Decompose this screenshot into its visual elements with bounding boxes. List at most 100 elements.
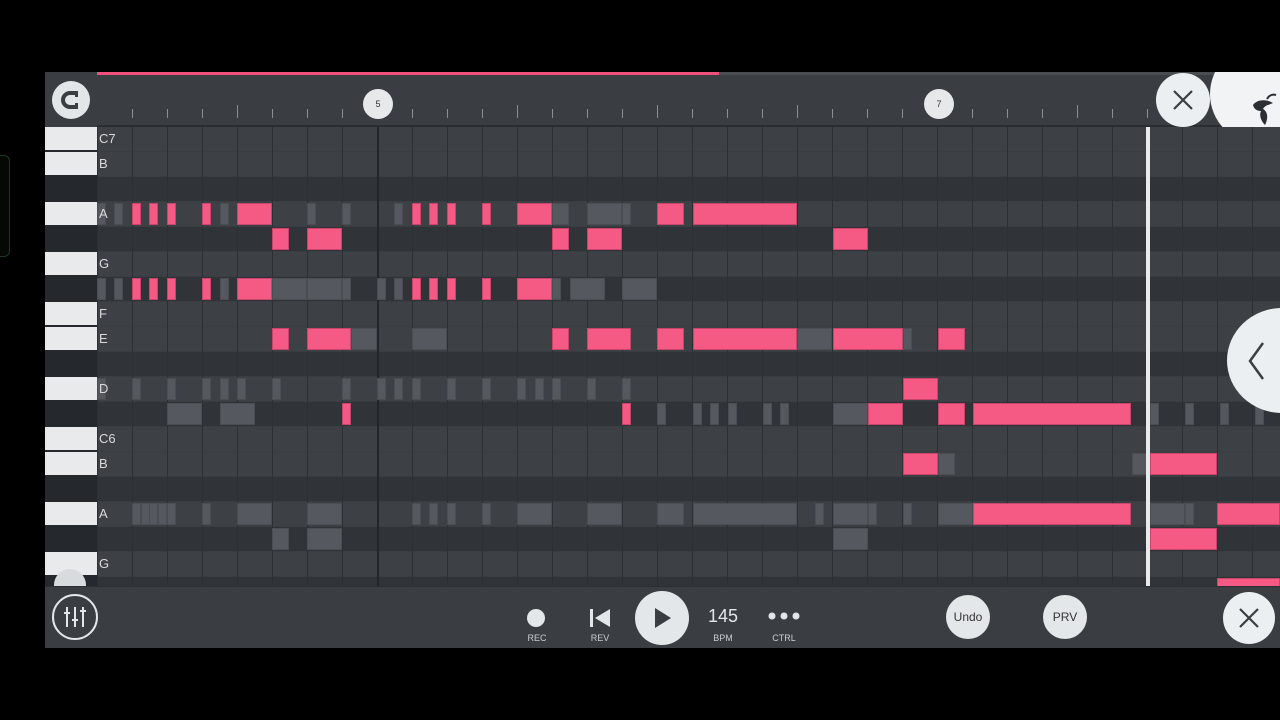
- note-block[interactable]: [167, 203, 176, 225]
- piano-key[interactable]: [45, 452, 97, 475]
- record-button[interactable]: [527, 609, 545, 627]
- note-lane[interactable]: [97, 552, 1280, 576]
- note-grid[interactable]: C7 B A G F E D C6 B A G: [97, 127, 1280, 586]
- note-block[interactable]: [132, 278, 141, 300]
- ghost-note: [377, 378, 386, 400]
- note-block[interactable]: [1217, 578, 1280, 586]
- note-block[interactable]: [903, 378, 938, 400]
- ghost-note: [1150, 503, 1185, 525]
- beat-line: [797, 127, 798, 586]
- note-block[interactable]: [237, 203, 272, 225]
- note-block[interactable]: [657, 203, 684, 225]
- preview-button[interactable]: PRV: [1043, 595, 1087, 639]
- note-block[interactable]: [868, 403, 903, 425]
- note-block[interactable]: [429, 203, 438, 225]
- note-block[interactable]: [693, 328, 797, 350]
- close-bottom-button[interactable]: [1223, 592, 1275, 644]
- play-button[interactable]: [635, 591, 689, 645]
- note-block[interactable]: [622, 403, 631, 425]
- note-lane[interactable]: [97, 252, 1280, 276]
- snap-button[interactable]: [52, 81, 90, 119]
- timeline-ruler[interactable]: 5 7: [45, 75, 1280, 127]
- undo-button[interactable]: Undo: [946, 595, 990, 639]
- piano-key[interactable]: [45, 127, 97, 150]
- note-block[interactable]: [938, 403, 965, 425]
- bar-line: [377, 127, 379, 586]
- note-block[interactable]: [149, 278, 158, 300]
- rewind-button[interactable]: [589, 608, 611, 628]
- piano-key[interactable]: [45, 377, 97, 400]
- note-lane[interactable]: [97, 427, 1280, 451]
- note-block[interactable]: [1150, 528, 1217, 550]
- note-block[interactable]: [482, 278, 491, 300]
- note-lane[interactable]: [97, 302, 1280, 326]
- bar-marker-5[interactable]: 5: [363, 89, 393, 119]
- note-lane[interactable]: [97, 452, 1280, 476]
- note-block[interactable]: [1217, 503, 1280, 525]
- note-block[interactable]: [552, 328, 569, 350]
- ghost-note: [622, 278, 657, 300]
- note-block[interactable]: [973, 503, 1131, 525]
- note-block[interactable]: [272, 228, 289, 250]
- note-block[interactable]: [903, 453, 938, 475]
- ruler-tick: [552, 109, 553, 118]
- note-block[interactable]: [307, 228, 342, 250]
- piano-key[interactable]: [45, 302, 97, 325]
- piano-key[interactable]: [45, 152, 97, 175]
- note-lane[interactable]: [97, 127, 1280, 151]
- note-block[interactable]: [447, 278, 456, 300]
- mixer-button[interactable]: [52, 594, 98, 640]
- note-block[interactable]: [973, 403, 1131, 425]
- note-block[interactable]: [412, 203, 421, 225]
- note-block[interactable]: [587, 328, 631, 350]
- close-piano-roll-button[interactable]: [1156, 73, 1210, 127]
- note-lane[interactable]: [97, 177, 1280, 201]
- piano-keyboard[interactable]: [45, 127, 97, 586]
- ghost-note: [622, 378, 631, 400]
- piano-key[interactable]: [45, 202, 97, 225]
- note-block[interactable]: [833, 328, 903, 350]
- ghost-note: [552, 378, 561, 400]
- ghost-note: [763, 403, 772, 425]
- note-block[interactable]: [482, 203, 491, 225]
- note-block[interactable]: [237, 278, 272, 300]
- piano-key[interactable]: [45, 502, 97, 525]
- piano-key[interactable]: [45, 327, 97, 350]
- ghost-note: [158, 503, 167, 525]
- ruler-tick: [412, 109, 413, 118]
- note-block[interactable]: [429, 278, 438, 300]
- note-block[interactable]: [833, 228, 868, 250]
- note-block[interactable]: [552, 228, 569, 250]
- note-block[interactable]: [938, 328, 965, 350]
- note-block[interactable]: [587, 228, 622, 250]
- beat-line: [552, 127, 553, 586]
- note-block[interactable]: [342, 403, 351, 425]
- controller-button[interactable]: [767, 609, 801, 623]
- note-block[interactable]: [447, 203, 456, 225]
- piano-key[interactable]: [45, 252, 97, 275]
- tempo-value[interactable]: 145: [703, 606, 743, 627]
- note-block[interactable]: [167, 278, 176, 300]
- note-block[interactable]: [693, 203, 797, 225]
- ghost-note: [167, 403, 202, 425]
- ghost-note: [587, 378, 596, 400]
- note-block[interactable]: [202, 278, 211, 300]
- note-block[interactable]: [149, 203, 158, 225]
- note-block[interactable]: [412, 278, 421, 300]
- note-block[interactable]: [307, 328, 351, 350]
- playhead[interactable]: [1146, 127, 1150, 586]
- note-block[interactable]: [517, 278, 552, 300]
- note-block[interactable]: [272, 328, 289, 350]
- note-block[interactable]: [657, 328, 684, 350]
- note-block[interactable]: [202, 203, 211, 225]
- note-block[interactable]: [1150, 453, 1217, 475]
- note-lane[interactable]: [97, 577, 1280, 586]
- note-lane[interactable]: [97, 152, 1280, 176]
- note-lane[interactable]: [97, 477, 1280, 501]
- note-block[interactable]: [517, 203, 552, 225]
- note-lane[interactable]: [97, 202, 1280, 226]
- note-block[interactable]: [132, 203, 141, 225]
- piano-key[interactable]: [45, 427, 97, 450]
- note-lane[interactable]: [97, 352, 1280, 376]
- bar-marker-7[interactable]: 7: [924, 89, 954, 119]
